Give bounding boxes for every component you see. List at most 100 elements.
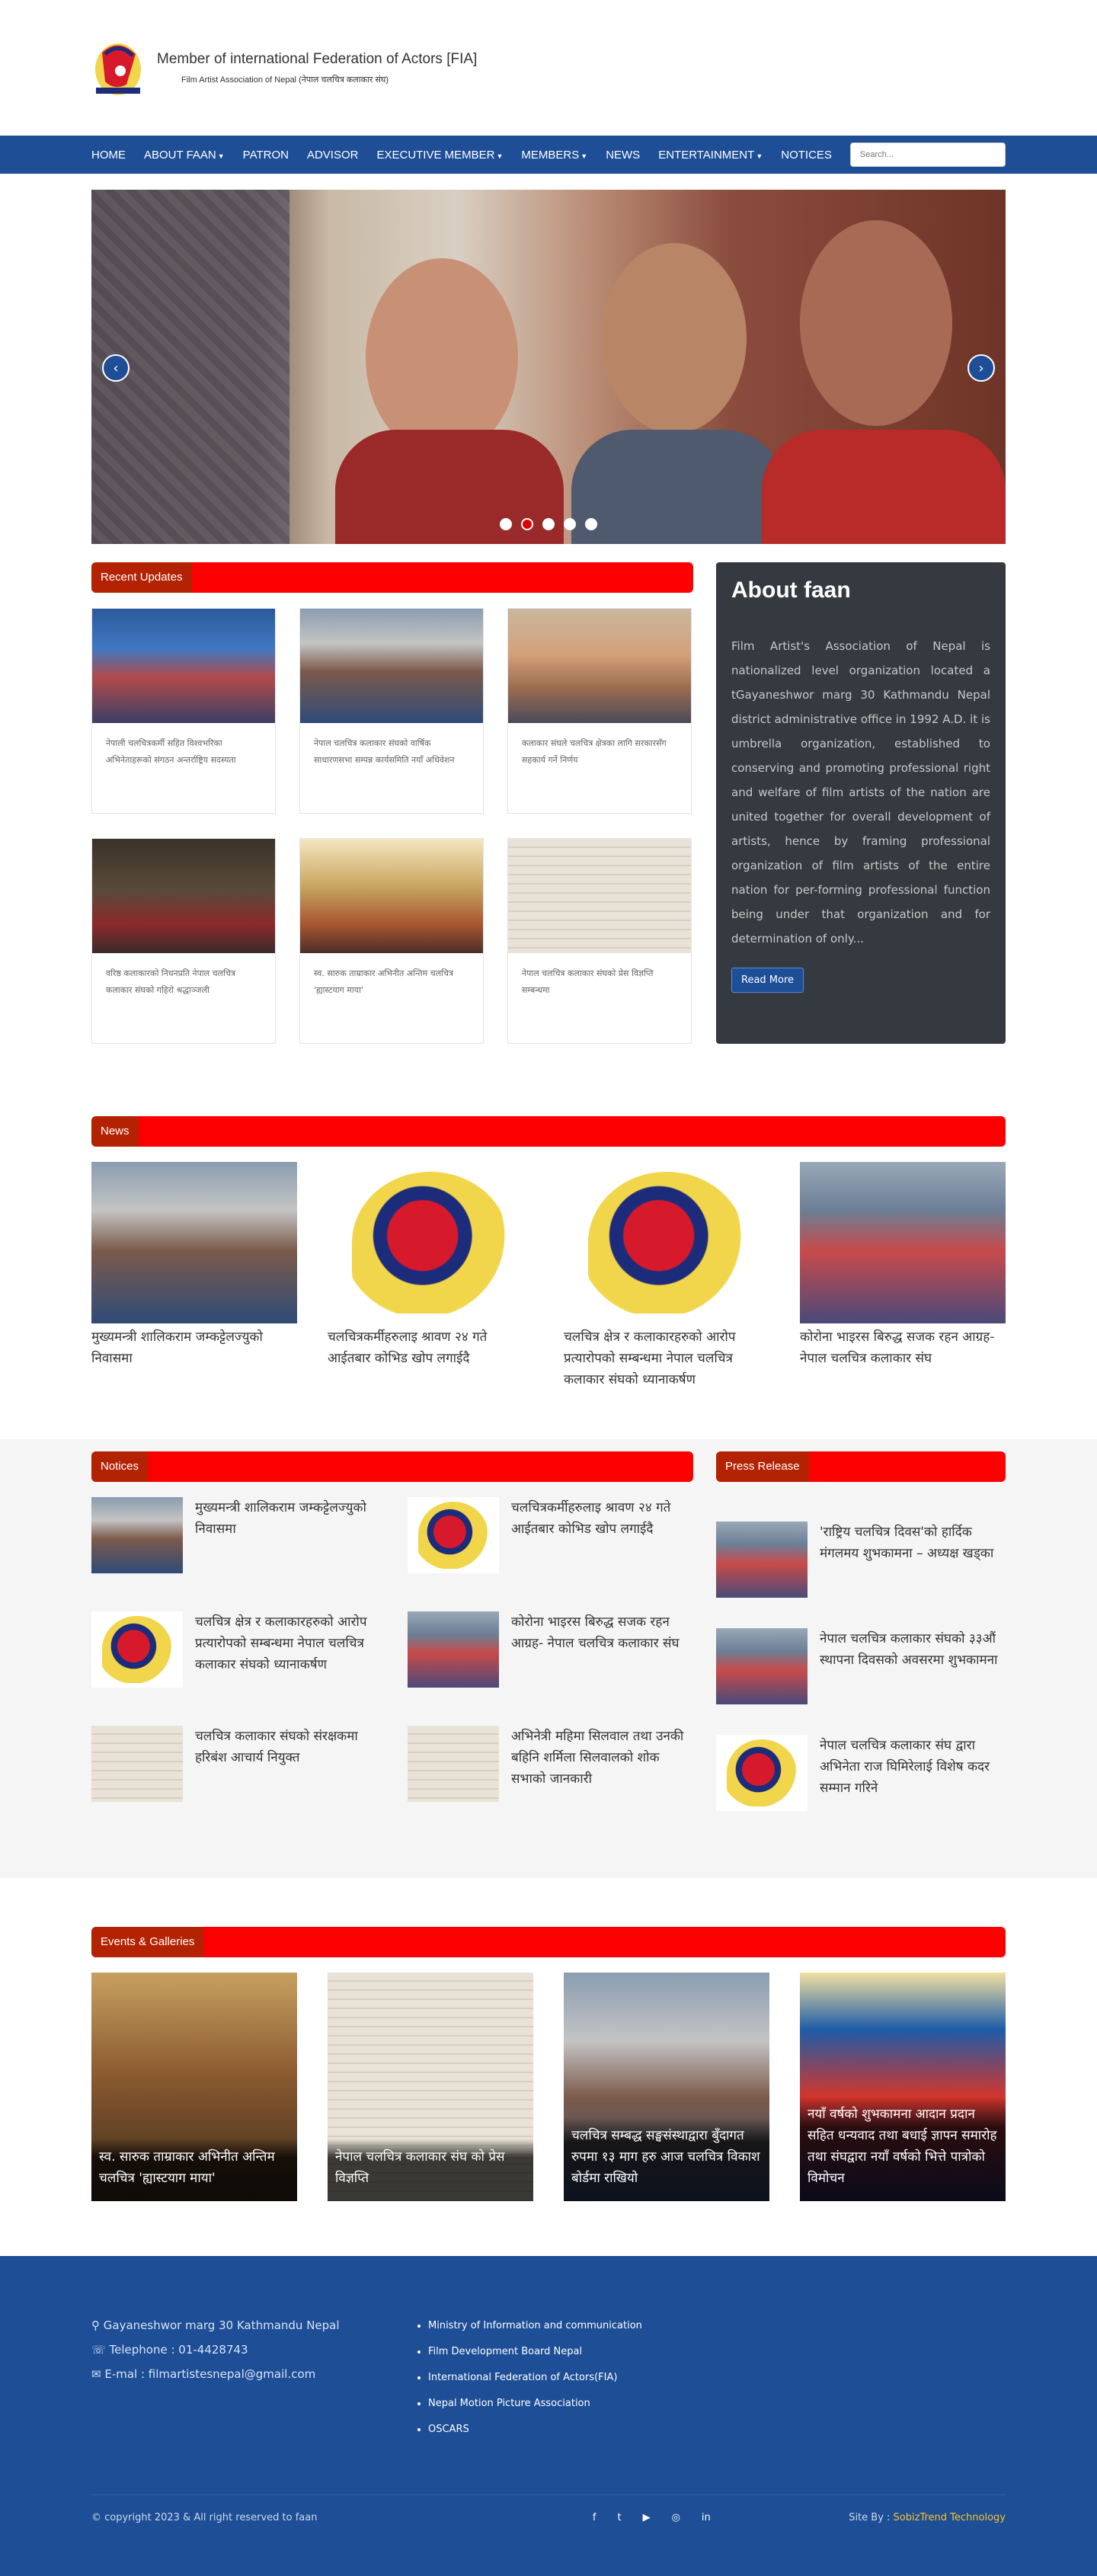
update-card[interactable]: नेपाल चलचित्र कलाकार संघको वार्षिक साधार… [299, 608, 484, 814]
carousel-prev-icon[interactable]: ‹ [102, 354, 130, 382]
press-title: नेपाल चलचित्र कलाकार संघको ३३औं स्थापना … [820, 1631, 998, 1668]
update-image [300, 609, 483, 723]
update-card[interactable]: स्व. सारुक ताम्राकार अभिनीत अन्तिम चलचित… [299, 838, 484, 1044]
section-title-notices: Notices [91, 1451, 693, 1482]
carousel-next-icon[interactable]: › [967, 354, 995, 382]
carousel-indicator[interactable] [564, 518, 576, 530]
footer-email[interactable]: ✉ E-mal : filmartistesnepal@gmail.com [91, 2362, 411, 2386]
footer-link[interactable]: Film Development Board Nepal [428, 2339, 642, 2365]
hero-carousel[interactable]: ‹ › [91, 190, 1006, 544]
news-title: चलचित्र क्षेत्र र कलाकारहरुको आरोप प्रत्… [564, 1330, 736, 1387]
nav-item-about-faan[interactable]: ABOUT FAAN ▼ [144, 149, 225, 162]
notice-title: अभिनेत्री महिमा सिलवाल तथा उनकी बहिनि शर… [511, 1729, 684, 1787]
nav-item-patron[interactable]: PATRON [243, 149, 289, 162]
press-release-item[interactable]: नेपाल चलचित्र कलाकार संघ द्वारा अभिनेता … [716, 1735, 1006, 1826]
nav-item-notices[interactable]: NOTICES [781, 149, 832, 162]
caret-down-icon: ▼ [496, 152, 504, 160]
update-text: नेपाल चलचित्र कलाकार संघको वार्षिक साधार… [314, 738, 455, 765]
read-more-button[interactable]: Read More [731, 968, 804, 993]
news-card[interactable]: चलचित्रकर्मीहरुलाइ श्रावण २४ गते आईतबार … [328, 1162, 533, 1390]
hero-person [800, 220, 952, 426]
section-title-recent-updates: Recent Updates [91, 562, 693, 593]
carousel-indicator[interactable] [521, 518, 533, 530]
press-release-item[interactable]: नेपाल चलचित्र कलाकार संघको ३३औं स्थापना … [716, 1628, 1006, 1720]
section-title-events: Events & Galleries [91, 1927, 1006, 1957]
footer-address: ⚲ Gayaneshwor marg 30 Kathmandu Nepal [91, 2313, 411, 2338]
section-title-label: Press Release [716, 1451, 809, 1482]
notice-item[interactable]: चलचित्र क्षेत्र र कलाकारहरुको आरोप प्रत्… [91, 1611, 377, 1726]
main-nav: HOME ABOUT FAAN ▼ PATRON ADVISOR EXECUTIVE ME… [0, 136, 1097, 174]
nav-item-label: PATRON [242, 148, 289, 162]
site-title: Member of international Federation of Ac… [157, 50, 478, 67]
search-input[interactable] [849, 142, 1006, 167]
footer-link[interactable]: OSCARS [428, 2417, 642, 2443]
site-credit: Site By : SobizTrend Technology [849, 2512, 1006, 2523]
event-caption: नयाँ वर्षको शुभकामना आदान प्रदान सहित धन… [800, 2096, 1006, 2201]
hero-person [366, 258, 518, 456]
linkedin-icon[interactable]: in [702, 2512, 711, 2523]
notice-item[interactable]: चलचित्रकर्मीहरुलाइ श्रावण २४ गते आईतबार … [408, 1497, 693, 1611]
update-card[interactable]: कलाकार संघले चलचित्र क्षेत्रका लागि सरका… [507, 608, 692, 814]
footer-link[interactable]: International Federation of Actors(FIA) [428, 2365, 642, 2391]
nav-item-label: EXECUTIVE MEMBER [376, 148, 495, 162]
mail-icon: ✉ [91, 2367, 105, 2381]
footer-link[interactable]: Ministry of Information and communicatio… [428, 2313, 642, 2339]
faan-logo[interactable] [91, 37, 145, 98]
nav-item-home[interactable]: HOME [91, 149, 126, 162]
about-panel: About faan Film Artist's Association of … [716, 562, 1006, 1044]
news-title: मुख्यमन्त्री शालिकराम जम्कट्टेलज्युको नि… [91, 1330, 263, 1366]
event-card[interactable]: नयाँ वर्षको शुभकामना आदान प्रदान सहित धन… [800, 1973, 1006, 2201]
update-image [300, 839, 483, 953]
credit-link[interactable]: SobizTrend Technology [894, 2512, 1006, 2523]
twitter-icon[interactable]: t [617, 2512, 621, 2523]
notice-title: चलचित्र कलाकार संघको संरक्षकमा हरिबंश आच… [195, 1729, 358, 1765]
news-image [564, 1162, 769, 1323]
carousel-indicator[interactable] [585, 518, 597, 530]
nav-item-news[interactable]: NEWS [606, 149, 640, 162]
nav-item-label: NEWS [606, 148, 641, 162]
nav-item-executive-member[interactable]: EXECUTIVE MEMBER ▼ [376, 149, 503, 162]
caret-down-icon: ▼ [580, 152, 588, 160]
event-card[interactable]: नेपाल चलचित्र कलाकार संघ को प्रेस विज्ञप… [328, 1973, 533, 2201]
update-text: वरिष्ठ कलाकारको निधनप्रति नेपाल चलचित्र … [106, 968, 235, 995]
press-release-list: 'राष्ट्रिय चलचित्र दिवस'को हार्दिक मंगलम… [716, 1522, 1006, 1826]
notice-item[interactable]: चलचित्र कलाकार संघको संरक्षकमा हरिबंश आच… [91, 1726, 377, 1840]
notice-item[interactable]: कोरोना भाइरस बिरुद्ध सजक रहन आग्रह- नेपा… [408, 1611, 693, 1726]
notice-image [408, 1611, 499, 1688]
nav-item-members[interactable]: MEMBERS ▼ [521, 149, 587, 162]
nav-item-label: ENTERTAINMENT [658, 148, 755, 162]
facebook-icon[interactable]: f [593, 2512, 596, 2523]
carousel-indicator[interactable] [500, 518, 512, 530]
youtube-icon[interactable]: ▶ [643, 2512, 651, 2523]
instagram-icon[interactable]: ◎ [672, 2512, 680, 2523]
event-card[interactable]: चलचित्र सम्बद्ध सङ्घसंस्थाद्वारा बुँदागत… [564, 1973, 769, 2201]
footer-link[interactable]: Nepal Motion Picture Association [428, 2391, 642, 2417]
notice-item[interactable]: अभिनेत्री महिमा सिलवाल तथा उनकी बहिनि शर… [408, 1726, 693, 1840]
update-card[interactable]: नेपाल चलचित्र कलाकार संघको प्रेस विज्ञप्… [507, 838, 692, 1044]
notice-item[interactable]: मुख्यमन्त्री शालिकराम जम्कट्टेलज्युको नि… [91, 1497, 377, 1611]
press-image [716, 1628, 808, 1704]
news-title: कोरोना भाइरस बिरुद्ध सजक रहन आग्रह- नेपा… [800, 1330, 995, 1366]
notice-title: मुख्यमन्त्री शालिकराम जम्कट्टेलज्युको नि… [195, 1500, 366, 1537]
social-links: f t ▶ ◎ in [593, 2512, 711, 2523]
update-text: स्व. सारुक ताम्राकार अभिनीत अन्तिम चलचित… [314, 968, 454, 995]
update-image [508, 839, 691, 953]
nav-item-label: HOME [91, 148, 126, 162]
notices-band: Notices मुख्यमन्त्री शालिकराम जम्कट्टेलज… [0, 1439, 1097, 1878]
nav-item-entertainment[interactable]: ENTERTAINMENT ▼ [658, 149, 763, 162]
events-grid: स्व. सारुक ताम्राकार अभिनीत अन्तिम चलचित… [91, 1973, 1006, 2201]
copyright: © copyright 2023 & All right reserved to… [91, 2512, 318, 2523]
update-card[interactable]: नेपाली चलचित्रकर्मी सहित विश्वभरिका अभिन… [91, 608, 276, 814]
section-title-press-release: Press Release [716, 1451, 1006, 1482]
update-card[interactable]: वरिष्ठ कलाकारको निधनप्रति नेपाल चलचित्र … [91, 838, 276, 1044]
event-card[interactable]: स्व. सारुक ताम्राकार अभिनीत अन्तिम चलचित… [91, 1973, 297, 2201]
section-title-label: Recent Updates [91, 562, 192, 593]
notice-image [91, 1497, 183, 1573]
news-card[interactable]: चलचित्र क्षेत्र र कलाकारहरुको आरोप प्रत्… [564, 1162, 769, 1390]
press-release-item[interactable]: 'राष्ट्रिय चलचित्र दिवस'को हार्दिक मंगलम… [716, 1522, 1006, 1613]
carousel-indicator[interactable] [542, 518, 555, 530]
nav-item-advisor[interactable]: ADVISOR [307, 149, 359, 162]
news-card[interactable]: मुख्यमन्त्री शालिकराम जम्कट्टेलज्युको नि… [91, 1162, 297, 1390]
phone-text: Telephone : 01-4428743 [109, 2343, 248, 2357]
news-card[interactable]: कोरोना भाइरस बिरुद्ध सजक रहन आग्रह- नेपा… [800, 1162, 1006, 1390]
